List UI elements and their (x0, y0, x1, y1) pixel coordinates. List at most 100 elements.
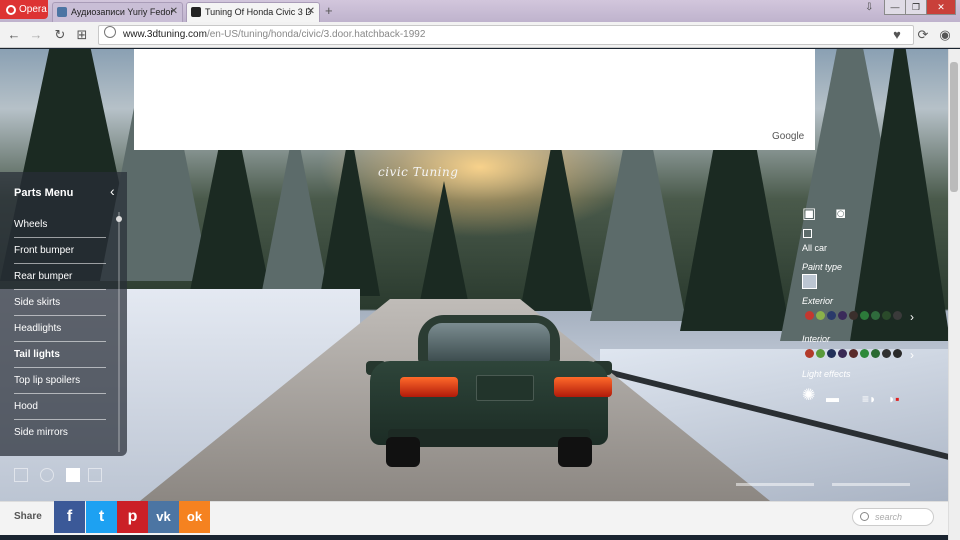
update-icon[interactable]: ⟳ (915, 27, 931, 43)
back-icon[interactable]: ← (6, 27, 22, 43)
url-path: /en-US/tuning/honda/civic/3.door.hatchba… (206, 29, 426, 40)
taillight-icon[interactable]: ◗▪ (888, 391, 900, 407)
camera-icon[interactable]: ◙ (836, 206, 845, 222)
url-host: www.3dtuning.com (123, 29, 207, 40)
parts-menu-scrollbar[interactable] (118, 212, 120, 452)
car-model[interactable] (366, 311, 612, 469)
minimize-button[interactable]: — (884, 0, 906, 15)
tab-menu-icon[interactable]: ⇩ (865, 2, 873, 13)
share-label: Share (14, 511, 42, 522)
color-swatch[interactable] (893, 311, 902, 320)
chevron-right-icon[interactable]: › (910, 309, 914, 325)
account-icon[interactable]: ◉ (937, 27, 953, 43)
vk-favicon-icon (57, 7, 67, 17)
rim-size-slider[interactable] (832, 483, 910, 486)
site-info-icon[interactable] (104, 26, 116, 38)
parts-menu-item-headlights[interactable]: Headlights (14, 316, 106, 342)
opera-logo-icon (6, 4, 16, 15)
paint-type-swatch[interactable] (802, 274, 817, 289)
color-swatch[interactable] (893, 349, 902, 358)
share-odnoklassniki-button[interactable]: ok (179, 501, 210, 533)
paint-type-label: Paint type (802, 262, 843, 272)
tire-left (386, 437, 420, 467)
color-swatch[interactable] (871, 349, 880, 358)
tab-label: Tuning Of Honda Civic 3 D (205, 7, 312, 17)
ride-height-slider[interactable] (736, 483, 814, 486)
forward-icon[interactable]: → (28, 27, 44, 43)
parts-menu-item-wheels[interactable]: Wheels (14, 212, 106, 238)
tab-3dtuning[interactable]: Tuning Of Honda Civic 3 D ✕ (186, 2, 320, 22)
car-silhouette-icon[interactable]: ▬ (826, 390, 839, 406)
share-facebook-button[interactable]: f (54, 501, 85, 533)
close-tab-icon[interactable]: ✕ (307, 3, 315, 21)
rotate-control-icon[interactable] (14, 468, 28, 482)
search-icon (860, 512, 869, 521)
parts-menu: Parts Menu ‹ Wheels Front bumper Rear bu… (0, 172, 127, 456)
color-swatch[interactable] (838, 349, 847, 358)
parts-menu-item-rear-bumper[interactable]: Rear bumper (14, 264, 106, 290)
parts-menu-item-tail-lights[interactable]: Tail lights (14, 342, 106, 368)
exterior-label: Exterior (802, 296, 834, 306)
3dtuning-favicon-icon (191, 7, 201, 17)
parts-menu-item-side-skirts[interactable]: Side skirts (14, 290, 106, 316)
ad-banner[interactable] (134, 49, 815, 150)
fullscreen-control-icon[interactable] (88, 468, 102, 482)
new-tab-button[interactable]: + (325, 3, 333, 18)
tree (420, 181, 468, 301)
headlight-icon[interactable]: ≡◗ (862, 391, 876, 407)
brand-title: civic Tuning (378, 165, 459, 179)
close-window-button[interactable]: ✕ (926, 0, 956, 15)
wheel-icon[interactable]: ✺ (802, 388, 815, 404)
parts-menu-item-front-bumper[interactable]: Front bumper (14, 238, 106, 264)
interior-label: Interior (802, 334, 831, 344)
color-swatch[interactable] (882, 311, 891, 320)
chevron-left-icon[interactable]: ‹ (110, 183, 115, 199)
color-swatch[interactable] (838, 311, 847, 320)
all-car-checkbox[interactable] (803, 229, 812, 238)
color-swatch[interactable] (827, 311, 836, 320)
share-twitter-button[interactable]: t (86, 501, 117, 533)
tail-light-left (400, 377, 458, 397)
color-swatch[interactable] (827, 349, 836, 358)
zoom-control-icon[interactable] (40, 468, 54, 482)
color-swatch[interactable] (860, 349, 869, 358)
page-scrollbar-thumb[interactable] (950, 62, 958, 192)
chevron-right-icon[interactable]: › (910, 347, 914, 363)
color-swatch[interactable] (849, 349, 858, 358)
all-car-label: All car (802, 243, 828, 253)
color-swatch[interactable] (816, 349, 825, 358)
color-swatch[interactable] (805, 349, 814, 358)
color-swatch[interactable] (882, 349, 891, 358)
tab-audio[interactable]: Аудиозаписи Yuriy Fedor ✕ (52, 2, 183, 22)
url-field[interactable]: www.3dtuning.com/en-US/tuning/honda/civi… (98, 25, 914, 45)
share-vk-button[interactable]: vk (148, 501, 179, 533)
view-control-icon[interactable] (66, 468, 80, 482)
heart-icon[interactable]: ♥ (889, 27, 905, 43)
maximize-button[interactable]: ❐ (905, 0, 927, 15)
color-swatch[interactable] (816, 311, 825, 320)
opera-menu-button[interactable]: Opera (0, 0, 48, 19)
color-swatch[interactable] (805, 311, 814, 320)
tire-right (558, 437, 592, 467)
reload-icon[interactable]: ↻ (52, 27, 68, 43)
color-swatch[interactable] (860, 311, 869, 320)
speed-dial-icon[interactable]: ⊞ (74, 27, 90, 43)
color-swatch[interactable] (871, 311, 880, 320)
parts-menu-title: Parts Menu (14, 187, 74, 199)
parts-menu-item-top-lip-spoilers[interactable]: Top lip spoilers (14, 368, 106, 394)
tree (320, 126, 380, 296)
parts-menu-item-hood[interactable]: Hood (14, 394, 106, 420)
save-icon[interactable]: ▣ (802, 206, 816, 222)
parts-menu-item-side-mirrors[interactable]: Side mirrors (14, 420, 106, 446)
color-swatch[interactable] (849, 311, 858, 320)
light-effects-label: Light effects (802, 369, 851, 379)
license-plate (476, 375, 534, 401)
tab-label: Аудиозаписи Yuriy Fedor (71, 7, 174, 17)
share-pinterest-button[interactable]: p (117, 501, 148, 533)
opera-menu-label: Opera (19, 4, 47, 15)
car-rear-window (428, 323, 550, 361)
tree (850, 49, 948, 341)
parts-menu-scroll-handle[interactable] (116, 216, 122, 222)
tail-light-right (554, 377, 612, 397)
close-tab-icon[interactable]: ✕ (170, 3, 178, 21)
